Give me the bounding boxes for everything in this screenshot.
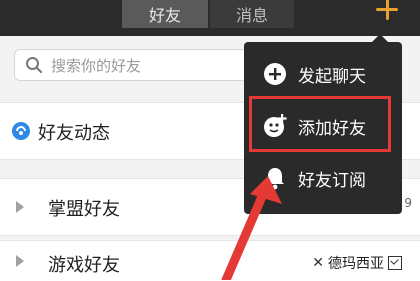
tab-friends[interactable]: 好友: [122, 0, 208, 28]
menu-item-start-chat[interactable]: 发起聊天: [244, 52, 402, 96]
crossed-swords-icon: ✕: [312, 255, 324, 271]
group-count-fragment: 9: [404, 196, 412, 210]
dropdown-check-icon: [388, 256, 402, 270]
plus-icon[interactable]: [374, 0, 400, 22]
plus-circle-icon: [264, 63, 286, 85]
friend-feed-label: 好友动态: [38, 123, 110, 144]
highlight-box: [249, 96, 391, 152]
expand-triangle-icon: [16, 201, 24, 213]
search-bar[interactable]: [14, 49, 266, 81]
server-filter[interactable]: ✕ 德玛西亚: [312, 253, 402, 273]
menu-item-label: 发起聊天: [298, 66, 366, 87]
tab-messages[interactable]: 消息: [210, 0, 294, 28]
search-input[interactable]: [49, 53, 253, 79]
feed-icon: [12, 122, 30, 140]
search-icon: [26, 57, 42, 73]
group-label: 游戏好友: [48, 255, 120, 276]
group-label: 掌盟好友: [48, 199, 120, 220]
server-name: 德玛西亚: [328, 256, 384, 272]
top-bar: 好友 消息: [0, 0, 420, 36]
menu-item-label: 好友订阅: [298, 170, 366, 191]
group-row-game-friends[interactable]: 游戏好友 ✕ 德玛西亚: [0, 240, 420, 281]
expand-triangle-icon: [16, 255, 24, 267]
annotation-arrow: [221, 176, 282, 280]
